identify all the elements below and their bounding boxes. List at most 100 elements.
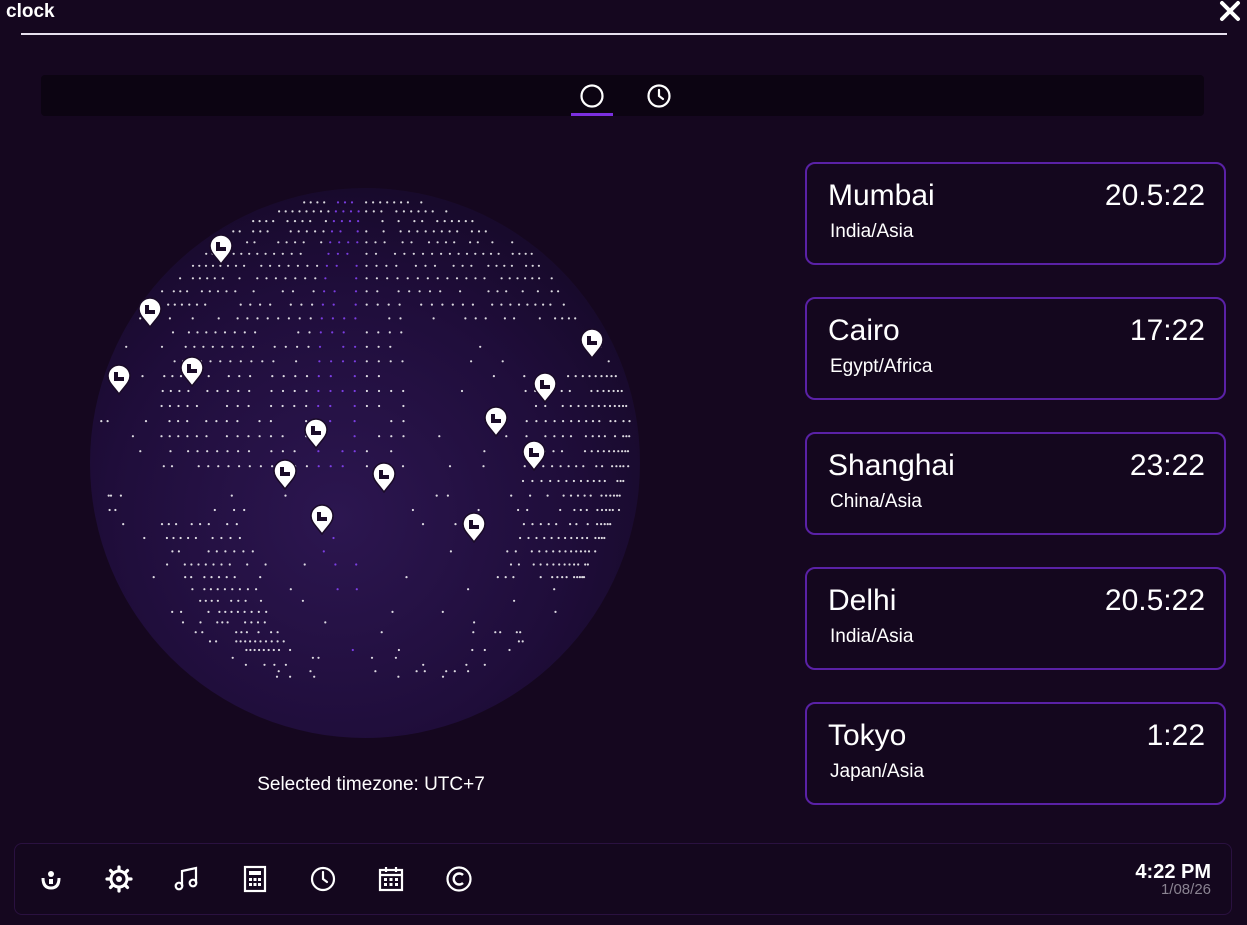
land-dot (341, 450, 344, 453)
land-dot (171, 610, 174, 613)
land-dot (239, 303, 242, 306)
land-dot (281, 450, 284, 453)
settings-button[interactable] (104, 864, 134, 894)
city-card-delhi[interactable]: Delhi 20.5:22 India/Asia (805, 567, 1226, 670)
land-dot (491, 241, 494, 244)
clock-button[interactable] (308, 864, 338, 894)
land-dot (365, 201, 368, 204)
tab-globe[interactable] (571, 75, 613, 116)
land-dot (473, 621, 476, 624)
land-dot (305, 230, 308, 233)
land-dot (505, 435, 508, 438)
land-dot (509, 303, 512, 306)
land-dot (586, 536, 589, 540)
land-dot (319, 210, 323, 213)
land-dot (307, 345, 310, 348)
land-dot (238, 588, 241, 591)
land-dot (483, 450, 486, 453)
city-time: 17:22 (1129, 314, 1205, 347)
land-dot (301, 220, 304, 223)
land-dot (263, 663, 266, 666)
land-dot (289, 648, 292, 652)
land-dot (561, 404, 564, 408)
land-dot (324, 621, 327, 624)
land-dot (221, 345, 224, 348)
land-dot (402, 389, 405, 393)
land-dot (625, 435, 628, 438)
land-dot (552, 450, 555, 453)
land-dot (272, 360, 275, 363)
land-dot (628, 420, 631, 423)
land-dot (390, 389, 393, 393)
land-dot (417, 210, 420, 213)
land-dot (441, 675, 445, 678)
land-dot (291, 210, 294, 213)
land-dot (400, 331, 403, 334)
land-dot (622, 420, 625, 423)
land-dot (318, 345, 322, 348)
land-dot (365, 241, 368, 244)
land-dot (106, 420, 109, 423)
land-dot (621, 450, 624, 453)
land-dot (277, 241, 280, 244)
land-dot (564, 536, 567, 540)
land-dot (400, 201, 403, 204)
land-dot (622, 465, 625, 468)
land-dot (365, 230, 368, 233)
land-dot (477, 508, 480, 512)
land-dot (186, 420, 189, 423)
land-dot (269, 264, 272, 267)
land-dot (374, 670, 377, 673)
land-dot (470, 360, 473, 363)
land-dot (554, 610, 557, 613)
city-card-shanghai[interactable]: Shanghai 23:22 China/Asia (805, 432, 1226, 535)
land-dot (261, 360, 264, 363)
land-dot (317, 375, 320, 378)
land-dot (584, 404, 587, 408)
app-title: clock (6, 1, 55, 22)
land-dot (253, 241, 256, 244)
land-dot (191, 317, 194, 320)
land-dot (160, 404, 163, 408)
land-dot (444, 241, 448, 244)
copyright-button[interactable] (444, 864, 474, 894)
city-card-mumbai[interactable]: Mumbai 20.5:22 India/Asia (805, 162, 1226, 265)
world-globe[interactable] (85, 183, 645, 743)
launcher-button[interactable] (36, 864, 66, 894)
land-dot (284, 345, 287, 348)
land-dot (619, 465, 622, 468)
city-card-tokyo[interactable]: Tokyo 1:22 Japan/Asia (805, 702, 1226, 805)
land-dot (459, 290, 462, 293)
land-dot (573, 576, 576, 579)
land-dot (559, 508, 562, 512)
city-card-cairo[interactable]: Cairo 17:22 Egypt/Africa (805, 297, 1226, 400)
calendar-button[interactable] (376, 864, 406, 894)
land-dot (440, 230, 443, 233)
land-dot (575, 523, 578, 526)
land-dot (354, 317, 357, 320)
land-dot (376, 303, 379, 306)
land-dot (234, 264, 238, 267)
land-dot (305, 465, 308, 468)
land-dot (570, 536, 573, 540)
land-dot (262, 648, 265, 652)
land-dot (208, 290, 211, 293)
land-dot (190, 563, 193, 566)
land-dot (284, 210, 287, 213)
land-dot (487, 264, 490, 267)
land-dot (187, 450, 190, 453)
land-dot (226, 450, 229, 453)
land-dot (607, 360, 610, 363)
land-dot (482, 465, 485, 468)
land-dot (357, 210, 360, 213)
land-dot (561, 435, 564, 438)
land-dot (531, 277, 534, 280)
music-button[interactable] (172, 864, 202, 894)
tab-clock[interactable] (638, 75, 680, 116)
close-button[interactable] (1219, 0, 1241, 24)
land-dot (381, 220, 384, 223)
land-dot (421, 220, 424, 223)
land-dot (517, 508, 520, 512)
calculator-button[interactable] (240, 864, 270, 894)
land-dot (601, 465, 604, 468)
